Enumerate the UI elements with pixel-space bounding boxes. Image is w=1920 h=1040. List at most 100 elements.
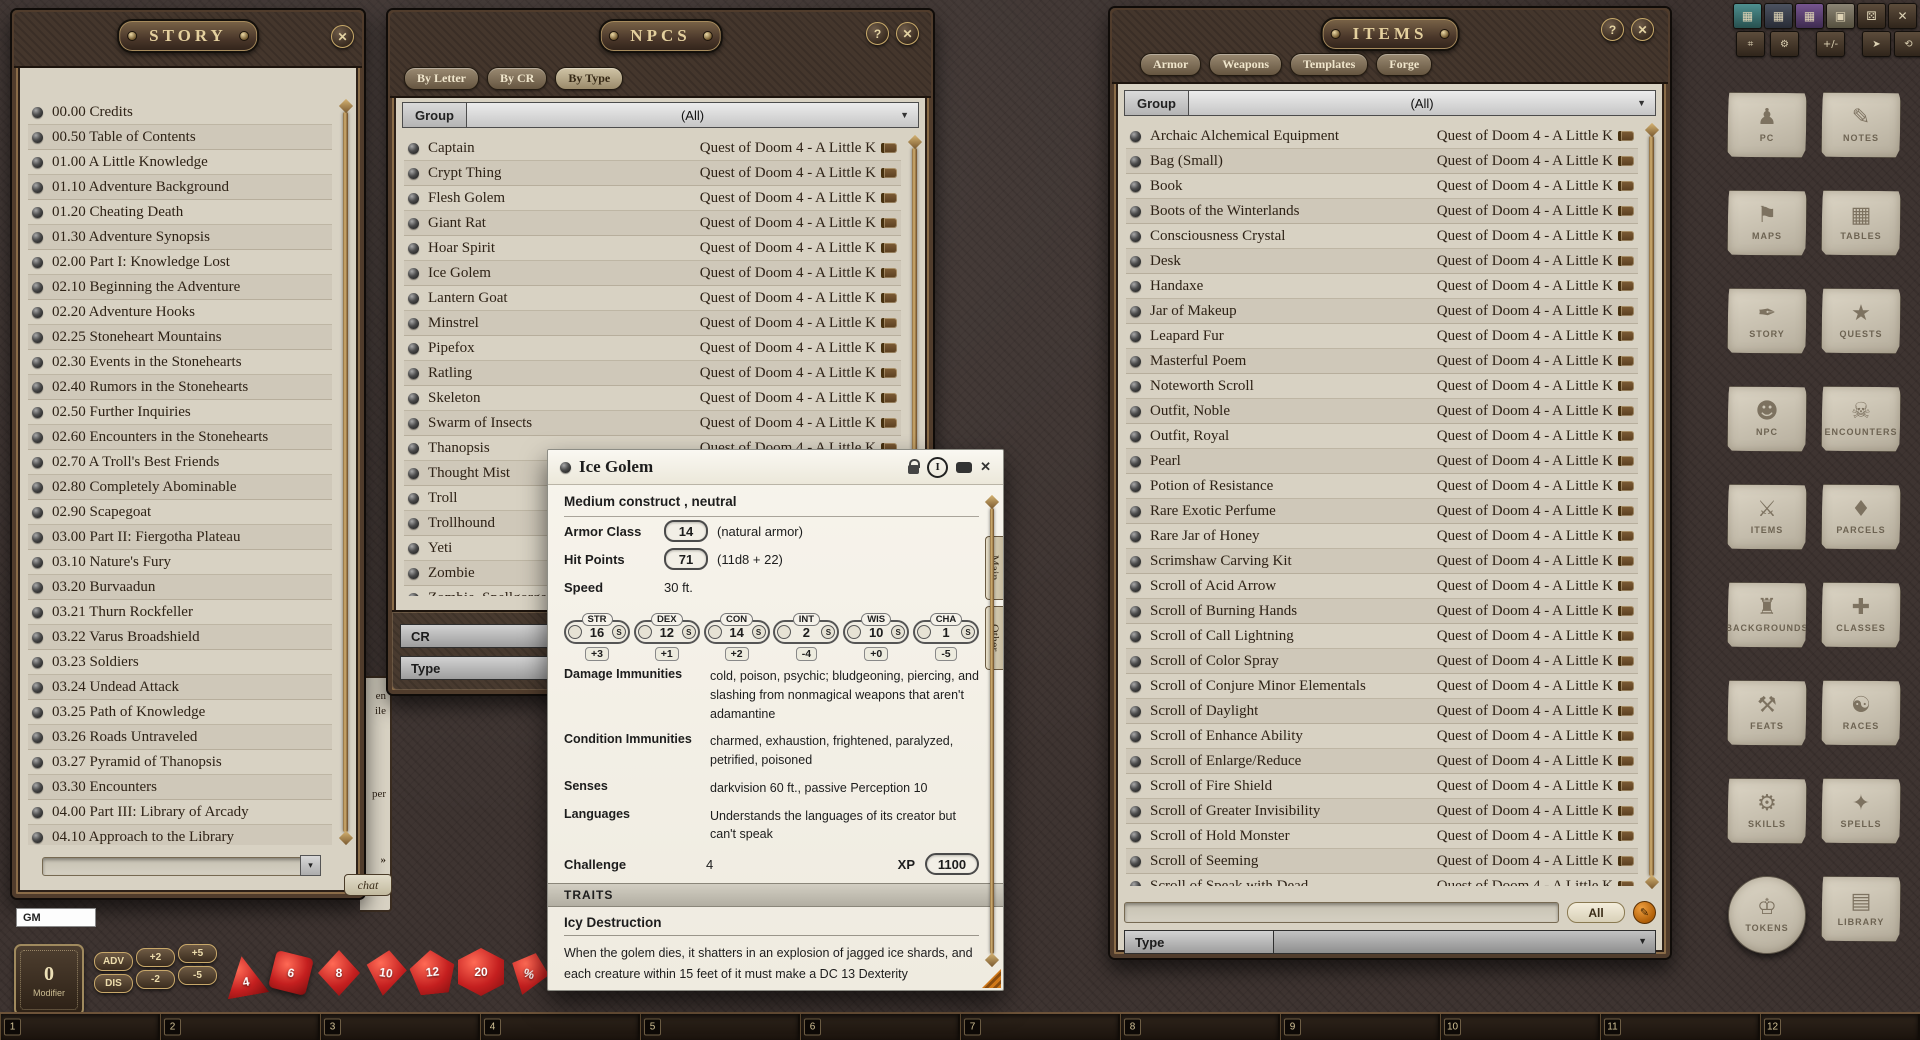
npc-entry[interactable]: CaptainQuest of Doom 4 - A Little K	[404, 136, 901, 161]
dice-tower-icon[interactable]: ⚄	[1857, 3, 1886, 29]
sheet-tab-other[interactable]: Other	[985, 606, 1003, 670]
window-stack-icon[interactable]: ▣	[1826, 3, 1855, 29]
story-entry[interactable]: 02.50 Further Inquiries	[28, 400, 332, 425]
sidebar-item-pc[interactable]: ♟PC	[1727, 92, 1807, 158]
ability-save-button[interactable]: S	[821, 625, 835, 639]
story-entry[interactable]: 03.00 Part II: Fiergotha Plateau	[28, 525, 332, 550]
item-entry[interactable]: Noteworth ScrollQuest of Doom 4 - A Litt…	[1126, 374, 1638, 399]
story-entry[interactable]: 02.00 Part I: Knowledge Lost	[28, 250, 332, 275]
item-entry[interactable]: Rare Exotic PerfumeQuest of Doom 4 - A L…	[1126, 499, 1638, 524]
hotbar-slot-9[interactable]: 9	[1280, 1014, 1440, 1040]
item-entry[interactable]: Scroll of Greater InvisibilityQuest of D…	[1126, 799, 1638, 824]
sidebar-item-story[interactable]: ✒STORY	[1727, 288, 1807, 354]
sidebar-item-tokens[interactable]: ♔TOKENS	[1728, 876, 1806, 954]
npc-tab-by-cr[interactable]: By CR	[487, 67, 547, 90]
story-entry[interactable]: 03.23 Soldiers	[28, 650, 332, 675]
item-entry[interactable]: Scrimshaw Carving KitQuest of Doom 4 - A…	[1126, 549, 1638, 574]
plus2-button[interactable]: +2	[136, 948, 175, 967]
story-entry[interactable]: 03.26 Roads Untraveled	[28, 725, 332, 750]
story-entry[interactable]: 01.00 A Little Knowledge	[28, 150, 332, 175]
ability-save-button[interactable]: S	[682, 625, 696, 639]
item-entry[interactable]: Scroll of Burning HandsQuest of Doom 4 -…	[1126, 599, 1638, 624]
sidebar-item-library[interactable]: ▤LIBRARY	[1821, 876, 1901, 942]
item-entry[interactable]: Outfit, RoyalQuest of Doom 4 - A Little …	[1126, 424, 1638, 449]
npc-entry[interactable]: Ice GolemQuest of Doom 4 - A Little K	[404, 261, 901, 286]
sidebar-item-skills[interactable]: ⚙SKILLS	[1727, 778, 1807, 844]
hotbar-slot-8[interactable]: 8	[1120, 1014, 1280, 1040]
ability-save-button[interactable]: S	[961, 625, 975, 639]
ability-check-button[interactable]	[917, 625, 931, 639]
story-entry[interactable]: 04.00 Part III: Library of Arcady	[28, 800, 332, 825]
story-entry[interactable]: 03.22 Varus Broadshield	[28, 625, 332, 650]
items-all-button[interactable]: All	[1567, 902, 1625, 923]
story-entry[interactable]: 01.20 Cheating Death	[28, 200, 332, 225]
plus5-button[interactable]: +5	[178, 944, 217, 963]
story-entry[interactable]: 02.60 Encounters in the Stonehearts	[28, 425, 332, 450]
story-entry[interactable]: 03.21 Thurn Rockfeller	[28, 600, 332, 625]
items-group-dropdown[interactable]: (All) ▼	[1189, 90, 1656, 116]
hotbar-slot-5[interactable]: 5	[640, 1014, 800, 1040]
chat-tab[interactable]: chat	[344, 874, 392, 896]
map-lighting-icon[interactable]: ▦	[1795, 3, 1824, 29]
item-entry[interactable]: HandaxeQuest of Doom 4 - A Little K	[1126, 274, 1638, 299]
hotbar-slot-6[interactable]: 6	[800, 1014, 960, 1040]
die-d20[interactable]: 20	[458, 948, 504, 996]
hotbar-slot-12[interactable]: 12	[1760, 1014, 1920, 1040]
story-close-button[interactable]: ✕	[331, 25, 354, 48]
item-entry[interactable]: DeskQuest of Doom 4 - A Little K	[1126, 249, 1638, 274]
items-help-button[interactable]: ?	[1601, 18, 1624, 41]
hotbar-slot-4[interactable]: 4	[480, 1014, 640, 1040]
items-edit-icon[interactable]: ✎	[1633, 901, 1656, 924]
chat-submit-icon[interactable]: »	[381, 854, 387, 866]
npc-entry[interactable]: RatlingQuest of Doom 4 - A Little K	[404, 361, 901, 386]
hotbar-slot-10[interactable]: 10	[1440, 1014, 1600, 1040]
die-d6[interactable]: 6	[268, 950, 314, 996]
die-d12[interactable]: 12	[408, 948, 457, 996]
item-entry[interactable]: Scroll of DaylightQuest of Doom 4 - A Li…	[1126, 699, 1638, 724]
die-d8[interactable]: 8	[318, 950, 360, 996]
story-entry[interactable]: 02.90 Scapegoat	[28, 500, 332, 525]
items-tab-forge[interactable]: Forge	[1376, 53, 1432, 76]
ability-save-button[interactable]: S	[752, 625, 766, 639]
scroll-rail[interactable]	[1649, 136, 1654, 876]
armor-class-value[interactable]: 14	[664, 520, 708, 542]
item-entry[interactable]: Jar of MakeupQuest of Doom 4 - A Little …	[1126, 299, 1638, 324]
item-entry[interactable]: Scroll of Hold MonsterQuest of Doom 4 - …	[1126, 824, 1638, 849]
story-entry[interactable]: 02.80 Completely Abominable	[28, 475, 332, 500]
item-entry[interactable]: Scroll of Call LightningQuest of Doom 4 …	[1126, 624, 1638, 649]
map-layers-icon[interactable]: ▦	[1733, 3, 1762, 29]
story-entry[interactable]: 02.25 Stoneheart Mountains	[28, 325, 332, 350]
item-entry[interactable]: Consciousness CrystalQuest of Doom 4 - A…	[1126, 224, 1638, 249]
story-entry[interactable]: 01.10 Adventure Background	[28, 175, 332, 200]
item-entry[interactable]: Scroll of SeemingQuest of Doom 4 - A Lit…	[1126, 849, 1638, 874]
sidebar-item-items[interactable]: ⚔ITEMS	[1727, 484, 1807, 550]
dis-button[interactable]: DIS	[94, 974, 133, 993]
story-entry[interactable]: 00.00 Credits	[28, 100, 332, 125]
story-entry[interactable]: 03.24 Undead Attack	[28, 675, 332, 700]
items-tab-templates[interactable]: Templates	[1290, 53, 1368, 76]
story-entry[interactable]: 03.27 Pyramid of Thanopsis	[28, 750, 332, 775]
item-entry[interactable]: Scroll of Fire ShieldQuest of Doom 4 - A…	[1126, 774, 1638, 799]
plus-minus-icon[interactable]: +/-	[1816, 31, 1845, 57]
story-entry[interactable]: 02.70 A Troll's Best Friends	[28, 450, 332, 475]
item-entry[interactable]: Masterful PoemQuest of Doom 4 - A Little…	[1126, 349, 1638, 374]
speech-bubble-icon[interactable]	[956, 462, 972, 473]
story-entry[interactable]: 02.10 Beginning the Adventure	[28, 275, 332, 300]
npc-tab-by-letter[interactable]: By Letter	[404, 67, 479, 90]
npc-entry[interactable]: SkeletonQuest of Doom 4 - A Little K	[404, 386, 901, 411]
items-close-button[interactable]: ✕	[1631, 18, 1654, 41]
trait-name[interactable]: Icy Destruction	[564, 907, 979, 936]
ability-save-button[interactable]: S	[612, 625, 626, 639]
npc-sheet-titlebar[interactable]: Ice Golem I ✕	[548, 450, 1003, 485]
sidebar-item-tables[interactable]: ▦TABLES	[1821, 190, 1901, 256]
calculator-icon[interactable]: ⌗	[1736, 31, 1765, 57]
scroll-rail[interactable]	[343, 112, 348, 832]
npc-entry[interactable]: Giant RatQuest of Doom 4 - A Little K	[404, 211, 901, 236]
ability-check-button[interactable]	[777, 625, 791, 639]
npc-entry[interactable]: Hoar SpiritQuest of Doom 4 - A Little K	[404, 236, 901, 261]
story-entry[interactable]: 03.20 Burvaadun	[28, 575, 332, 600]
items-tab-armor[interactable]: Armor	[1140, 53, 1201, 76]
story-entry[interactable]: 02.30 Events in the Stonehearts	[28, 350, 332, 375]
items-tab-weapons[interactable]: Weapons	[1209, 53, 1282, 76]
map-mask-icon[interactable]: ▦	[1764, 3, 1793, 29]
